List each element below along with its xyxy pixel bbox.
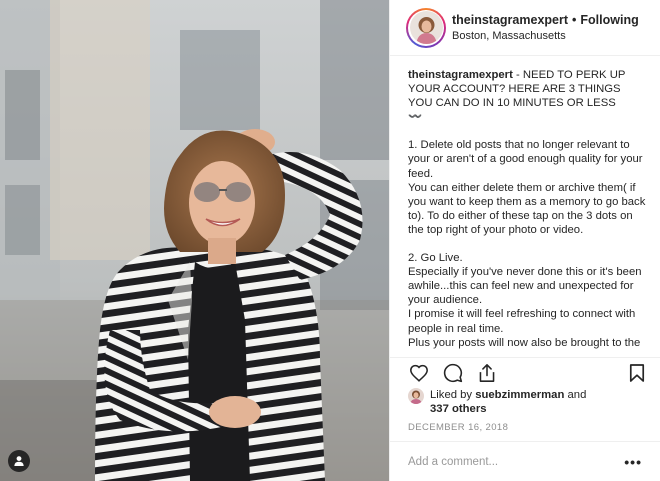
caption-line: 2. Go Live.: [408, 252, 463, 265]
caption-line: You can either delete them or archive th…: [408, 181, 646, 236]
person-icon: [14, 456, 24, 466]
comment-icon: [443, 363, 463, 382]
share-icon: [479, 363, 495, 382]
post-photo-image: [0, 0, 389, 481]
post-header: theinstagramexpert • Following Boston, Mas…: [390, 0, 660, 56]
follow-status-button[interactable]: Following: [580, 13, 638, 27]
avatar-image: [409, 11, 443, 44]
heart-icon: [410, 364, 428, 382]
liker-username[interactable]: suebzimmerman: [475, 389, 564, 401]
like-button[interactable]: [408, 362, 430, 384]
comment-bar: •••: [390, 441, 660, 481]
user-tag-button[interactable]: [8, 450, 30, 472]
comment-button[interactable]: [442, 362, 464, 384]
author-username[interactable]: theinstagramexpert: [452, 13, 568, 27]
bookmark-icon: [629, 363, 645, 382]
comment-input[interactable]: [408, 455, 625, 468]
likes-prefix: Liked by: [430, 389, 476, 401]
author-avatar[interactable]: [406, 7, 446, 48]
liker-avatar[interactable]: [408, 388, 424, 404]
likes-summary: Liked by suebzimmerman and 337 others: [408, 388, 650, 416]
liker-avatar-image: [408, 388, 424, 404]
caption-gap: [408, 237, 648, 251]
caption-line: I promise it will feel refreshing to con…: [408, 308, 636, 335]
likes-count-link[interactable]: 337 others: [430, 403, 487, 415]
share-button[interactable]: [476, 362, 498, 384]
post-date[interactable]: DECEMBER 16, 2018: [408, 422, 508, 433]
caption-gap: [408, 124, 648, 138]
caption-line: Especially if you've never done this or …: [408, 266, 642, 307]
action-bar: [390, 357, 660, 387]
separator-dot: •: [572, 12, 577, 27]
post-location[interactable]: Boston, Massachusetts: [452, 28, 639, 44]
save-button[interactable]: [626, 362, 648, 384]
caption-line: 〰️: [408, 111, 423, 124]
likes-joiner: and: [564, 389, 587, 401]
caption-line: Plus your posts will now also be brought…: [408, 336, 641, 349]
post-photo[interactable]: [0, 0, 389, 481]
caption-username[interactable]: theinstagramexpert: [408, 69, 513, 81]
post-sidebar: theinstagramexpert • Following Boston, Mas…: [389, 0, 660, 481]
caption-line: 1. Delete old posts that no longer relev…: [408, 139, 643, 180]
more-options-button[interactable]: •••: [624, 454, 642, 470]
caption: theinstagramexpert - NEED TO PERK UP YOU…: [390, 56, 660, 353]
